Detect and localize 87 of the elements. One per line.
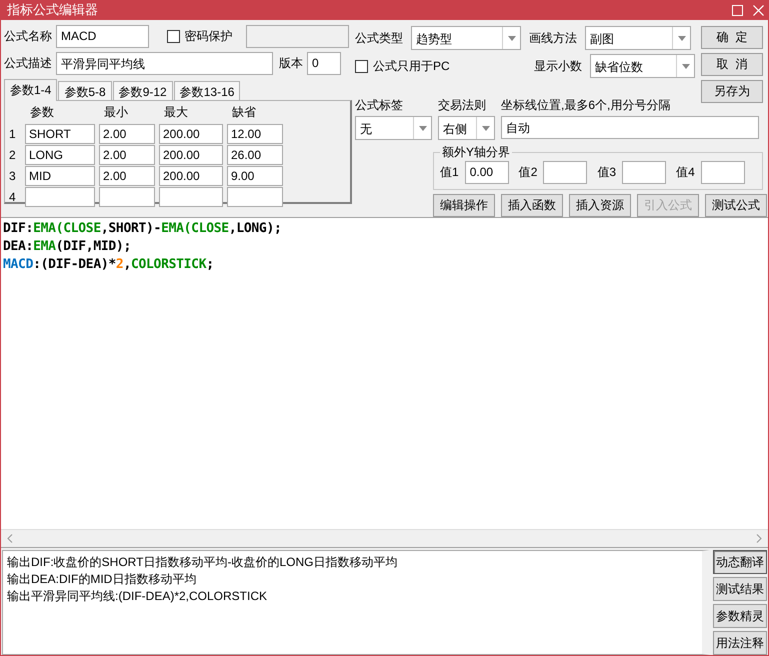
translation-line: 输出DEA:DIF的MID日指数移动平均: [7, 571, 198, 588]
decimals-select[interactable]: 缺省位数: [590, 54, 695, 78]
panel-button[interactable]: 用法注释: [713, 631, 767, 655]
dropdown-arrow-icon: [418, 126, 426, 131]
param-cell[interactable]: 2.00: [99, 166, 155, 186]
window-title: 指标公式编辑器: [7, 1, 99, 20]
formula-tag-select[interactable]: 无: [355, 116, 432, 140]
param-cell[interactable]: 26.00: [227, 144, 283, 165]
field-label: 公式名称: [4, 28, 52, 45]
field-label: 值3: [597, 164, 616, 182]
checkbox[interactable]: [166, 30, 180, 43]
field-label: 坐标线位置,最多6个,用分号分隔: [501, 97, 672, 114]
trade-rule-select[interactable]: 右侧: [438, 116, 495, 140]
formula-type-select[interactable]: 趋势型: [411, 26, 521, 50]
field-label: 公式类型: [355, 30, 403, 47]
action-button[interactable]: 测试公式: [705, 194, 767, 218]
param-cell[interactable]: LONG: [25, 144, 95, 165]
field-label: 交易法则: [438, 97, 487, 114]
column-header: 缺省: [231, 104, 257, 122]
group-title: 额外Y轴分界: [441, 144, 512, 162]
field-label: 版本: [279, 54, 303, 72]
dialog-button[interactable]: 确 定: [701, 26, 763, 50]
dialog-button[interactable]: 另存为: [701, 80, 763, 104]
checkbox-label: 密码保护: [184, 28, 233, 45]
value-field[interactable]: [622, 161, 666, 184]
param-cell[interactable]: SHORT: [25, 124, 95, 144]
dialog-button[interactable]: 取 消: [701, 53, 763, 76]
param-tab[interactable]: 参数13-16: [174, 81, 240, 102]
value-field[interactable]: 0.00: [464, 161, 509, 184]
param-cell[interactable]: MID: [25, 166, 95, 186]
code-line: DIF:EMA(CLOSE,SHORT)-EMA(CLOSE,LONG);: [3, 220, 283, 238]
param-cell[interactable]: [25, 186, 95, 207]
panel-button[interactable]: 参数精灵: [713, 604, 767, 628]
maximize-icon[interactable]: [732, 4, 743, 16]
column-header: 最小: [103, 104, 129, 122]
field-label: 值1: [440, 164, 459, 182]
value-field[interactable]: [700, 161, 745, 184]
action-button[interactable]: 编辑操作: [433, 194, 495, 218]
dropdown-arrow-icon: [678, 36, 686, 41]
code-line: MACD:(DIF-DEA)*2,COLORSTICK;: [3, 256, 215, 274]
scroll-right-icon[interactable]: [756, 534, 762, 544]
translation-line: 输出DIF:收盘价的SHORT日指数移动平均-收盘价的LONG日指数移动平均: [7, 554, 398, 571]
checkbox-label: 公式只用于PC: [373, 58, 450, 75]
param-cell[interactable]: 9.00: [227, 166, 283, 186]
param-cell[interactable]: 200.00: [159, 144, 223, 165]
row-number: 3: [9, 168, 17, 183]
axis-lines-field[interactable]: 自动: [501, 116, 759, 140]
param-tab[interactable]: 参数9-12: [112, 81, 173, 102]
name-field[interactable]: MACD: [56, 24, 149, 48]
field-label: 公式描述: [4, 54, 52, 72]
checkbox[interactable]: [355, 60, 368, 73]
value-field[interactable]: [543, 161, 588, 184]
param-cell[interactable]: 200.00: [159, 124, 223, 144]
field-label: 公式标签: [355, 97, 404, 114]
param-cell[interactable]: 12.00: [227, 124, 283, 144]
field-label: 值2: [518, 164, 538, 182]
param-cell[interactable]: [99, 186, 155, 207]
dropdown-arrow-icon: [682, 64, 690, 69]
row-number: 4: [9, 190, 17, 204]
scroll-left-icon[interactable]: [7, 534, 13, 544]
param-cell[interactable]: 2.00: [99, 124, 155, 144]
panel-button[interactable]: 测试结果: [713, 577, 767, 601]
description-field[interactable]: 平滑异同平均线: [56, 52, 273, 75]
param-cell[interactable]: 200.00: [159, 166, 223, 186]
param-tab[interactable]: 参数5-8: [58, 81, 112, 102]
row-number: 2: [9, 148, 17, 162]
field-label: 值4: [676, 164, 695, 182]
param-cell[interactable]: [159, 186, 223, 207]
dropdown-arrow-icon: [482, 126, 490, 131]
column-header: 参数: [29, 104, 55, 122]
field-label: 画线方法: [529, 30, 577, 47]
code-editor[interactable]: DIF:EMA(CLOSE,SHORT)-EMA(CLOSE,LONG); DEA:EMA(DIF,MID); MACD:(DIF-DEA)*2,COLORSTICK;: [1, 218, 768, 530]
translation-line: 输出平滑异同平均线:(DIF-DEA)*2,COLORSTICK: [7, 588, 268, 605]
param-cell[interactable]: 2.00: [99, 144, 155, 165]
close-icon[interactable]: [753, 4, 764, 16]
param-tab[interactable]: 参数1-4: [4, 79, 58, 102]
panel-button[interactable]: 动态翻译: [713, 550, 767, 574]
param-cell[interactable]: [227, 186, 283, 207]
action-button[interactable]: 插入函数: [501, 194, 563, 218]
dropdown-arrow-icon: [508, 36, 516, 41]
column-header: 最大: [163, 104, 189, 122]
action-button[interactable]: 插入资源: [569, 194, 631, 218]
version-field[interactable]: 0: [307, 52, 341, 75]
code-line: DEA:EMA(DIF,MID);: [3, 238, 132, 256]
draw-method-select[interactable]: 副图: [585, 26, 691, 50]
row-number: 1: [9, 126, 17, 141]
field-label: 显示小数: [534, 58, 582, 75]
